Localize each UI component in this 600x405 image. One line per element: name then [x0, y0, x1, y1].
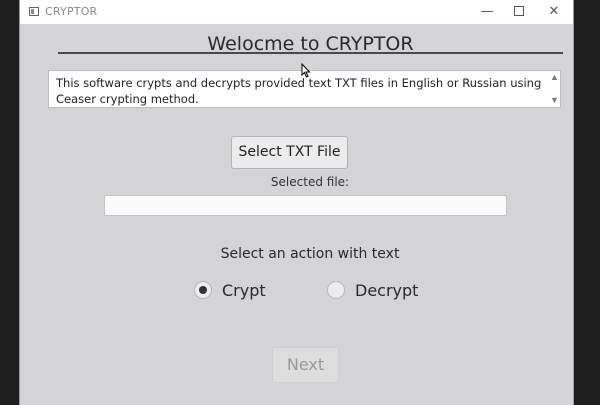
select-txt-file-button[interactable]: Select TXT File [231, 136, 348, 169]
next-button[interactable]: Next [272, 347, 339, 383]
app-window: CRYPTOR — ✕ Welocme to CRYPTOR This soft… [19, 0, 574, 405]
decrypt-radio[interactable] [327, 281, 345, 299]
selected-file-field[interactable] [104, 195, 507, 216]
title-bar[interactable]: CRYPTOR — ✕ [20, 0, 573, 24]
action-label: Select an action with text [220, 246, 400, 262]
radio-selected-dot [199, 286, 207, 294]
mouse-cursor-icon [301, 63, 311, 78]
crypt-radio-label[interactable]: Crypt [222, 281, 266, 300]
header-divider [58, 52, 563, 54]
window-title: CRYPTOR [45, 5, 98, 18]
description-text: This software crypts and decrypts provid… [56, 76, 542, 106]
scroll-up-icon[interactable]: ▲ [550, 72, 559, 82]
description-scrollbar[interactable]: ▲ ▼ [548, 71, 560, 107]
crypt-radio[interactable] [194, 281, 212, 299]
decrypt-radio-label[interactable]: Decrypt [355, 281, 418, 300]
maximize-button[interactable] [501, 0, 537, 24]
maximize-icon [514, 5, 524, 16]
scroll-down-icon[interactable]: ▼ [550, 95, 559, 105]
close-button[interactable]: ✕ [536, 0, 572, 24]
app-icon [29, 7, 39, 16]
minimize-button[interactable]: — [469, 0, 505, 24]
selected-file-label: Selected file: [270, 175, 350, 189]
